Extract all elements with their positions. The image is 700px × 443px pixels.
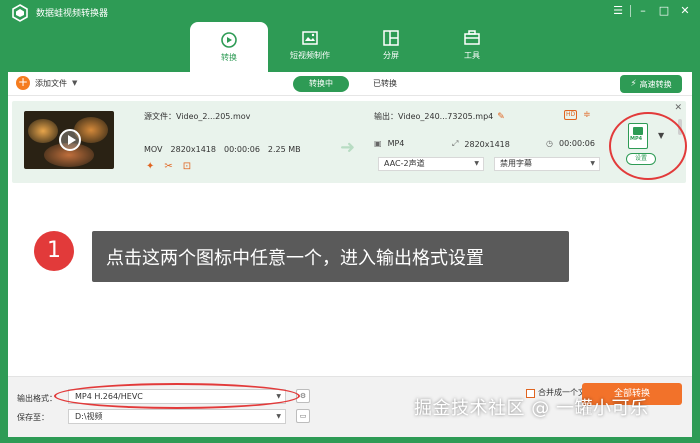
output-duration-info: ◷ 00:00:06 xyxy=(546,139,595,148)
resize-icon: ⤢ xyxy=(452,139,459,148)
output-file-label: 输出：Video_240...73205.mp4 xyxy=(374,112,494,121)
scissors-icon[interactable]: ✂ xyxy=(164,161,172,172)
add-file-button[interactable]: + 添加文件 ▼ xyxy=(16,76,77,90)
arrow-right-icon: ➜ xyxy=(340,137,356,158)
tab-short-video[interactable]: 短视频制作 xyxy=(271,20,349,70)
maximize-icon[interactable]: □ xyxy=(655,3,673,19)
tab-label: 短视频制作 xyxy=(290,51,330,60)
tab-converted[interactable]: 已转换 xyxy=(365,76,405,92)
app-logo-icon xyxy=(12,4,28,22)
watermark-text: 掘金技术社区 @ 一罐小可乐 xyxy=(414,398,649,419)
split-screen-icon xyxy=(383,30,399,46)
save-to-label: 保存至： xyxy=(17,413,49,422)
add-file-label: 添加文件 xyxy=(35,78,67,88)
source-meta: MOV 2820x1418 00:00:06 2.25 MB xyxy=(144,145,301,154)
fast-convert-label: 高速转换 xyxy=(639,79,672,89)
main-panel: + 添加文件 ▼ 转换中 已转换 ⚡ 高速转换 源文件：Video_2...20… xyxy=(8,72,692,437)
source-file-name: 源文件：Video_2...205.mov xyxy=(144,112,251,121)
tab-tools[interactable]: 工具 xyxy=(433,20,511,70)
main-tabs: 转换 短视频制作 分屏 工具 xyxy=(190,20,514,74)
film-icon: ▣ xyxy=(374,139,382,148)
subtitle-select[interactable]: 禁用字幕 ▼ xyxy=(494,157,600,171)
window-controls: ☰ – □ ✕ xyxy=(609,3,694,19)
source-format: MOV xyxy=(144,145,163,154)
chevron-down-icon: ▼ xyxy=(474,160,479,167)
tab-label: 工具 xyxy=(464,51,480,60)
subtitle-value: 禁用字幕 xyxy=(500,159,532,168)
chevron-down-icon: ▼ xyxy=(276,413,281,420)
thumbnail-glow-1 xyxy=(28,119,58,143)
save-path-select[interactable]: D:\视频 ▼ xyxy=(68,409,286,424)
audio-track-value: AAC-2声道 xyxy=(384,159,425,168)
title-bar: 数据蛙视频转换器 ☰ – □ ✕ 转换 短视频制作 分屏 工具 xyxy=(0,0,700,74)
output-file-name: 输出：Video_240...73205.mp4 ✎ xyxy=(374,111,505,122)
minimize-icon[interactable]: – xyxy=(634,3,652,19)
tab-convert[interactable]: 转换 xyxy=(190,22,268,74)
audio-track-select[interactable]: AAC-2声道 ▼ xyxy=(378,157,484,171)
close-icon[interactable]: ✕ xyxy=(674,103,682,113)
compress-icon[interactable]: ≑ xyxy=(583,110,591,120)
source-tools: ✦ ✂ ⊡ xyxy=(146,161,191,172)
output-resolution: 2820x1418 xyxy=(464,139,510,149)
tab-label: 分屏 xyxy=(383,51,399,60)
play-icon[interactable] xyxy=(59,129,81,151)
convert-icon xyxy=(221,32,237,48)
save-path-value: D:\视频 xyxy=(75,412,103,421)
window-controls-divider xyxy=(630,5,631,17)
file-row: 源文件：Video_2...205.mov MOV 2820x1418 00:0… xyxy=(12,101,687,183)
fast-convert-button[interactable]: ⚡ 高速转换 xyxy=(620,75,682,93)
video-make-icon xyxy=(302,31,318,45)
folder-icon[interactable]: ▭ xyxy=(296,409,310,423)
source-resolution: 2820x1418 xyxy=(170,145,216,154)
tab-converting[interactable]: 转换中 xyxy=(293,76,349,92)
output-format: MP4 xyxy=(387,139,405,148)
tab-label: 转换 xyxy=(221,53,237,62)
annotation-circle xyxy=(609,112,687,180)
output-resolution-info: ⤢ 2820x1418 xyxy=(452,139,510,149)
source-size: 2.25 MB xyxy=(267,145,301,154)
toolbox-icon xyxy=(464,30,480,45)
chevron-down-icon: ▼ xyxy=(590,160,595,167)
toolbar: + 添加文件 ▼ 转换中 已转换 ⚡ 高速转换 xyxy=(8,72,692,96)
output-icons: HD ≑ xyxy=(564,110,591,120)
output-duration: 00:00:06 xyxy=(558,139,595,148)
instruction-text: 点击这两个图标中任意一个，进入输出格式设置 xyxy=(106,248,484,269)
magic-wand-icon[interactable]: ✦ xyxy=(146,161,154,172)
output-format-info: ▣ MP4 xyxy=(374,139,404,148)
lightning-icon: ⚡ xyxy=(630,79,637,89)
tab-split-screen[interactable]: 分屏 xyxy=(352,20,430,70)
step-number-badge: 1 xyxy=(34,231,74,271)
menu-icon[interactable]: ☰ xyxy=(609,3,627,19)
plus-icon: + xyxy=(16,75,30,90)
clock-icon: ◷ xyxy=(546,139,553,148)
annotation-oval xyxy=(54,383,300,409)
source-duration: 00:00:06 xyxy=(223,145,260,154)
chevron-down-icon[interactable]: ▼ xyxy=(72,79,77,87)
hd-badge-icon[interactable]: HD xyxy=(564,110,578,120)
crop-edit-icon[interactable]: ⊡ xyxy=(183,161,191,172)
output-format-label: 输出格式： xyxy=(17,394,57,403)
close-icon[interactable]: ✕ xyxy=(676,3,694,19)
instruction-callout: 点击这两个图标中任意一个，进入输出格式设置 xyxy=(92,231,569,282)
app-title: 数据蛙视频转换器 xyxy=(36,9,109,19)
pencil-icon[interactable]: ✎ xyxy=(497,112,505,122)
video-thumbnail[interactable] xyxy=(24,111,114,169)
